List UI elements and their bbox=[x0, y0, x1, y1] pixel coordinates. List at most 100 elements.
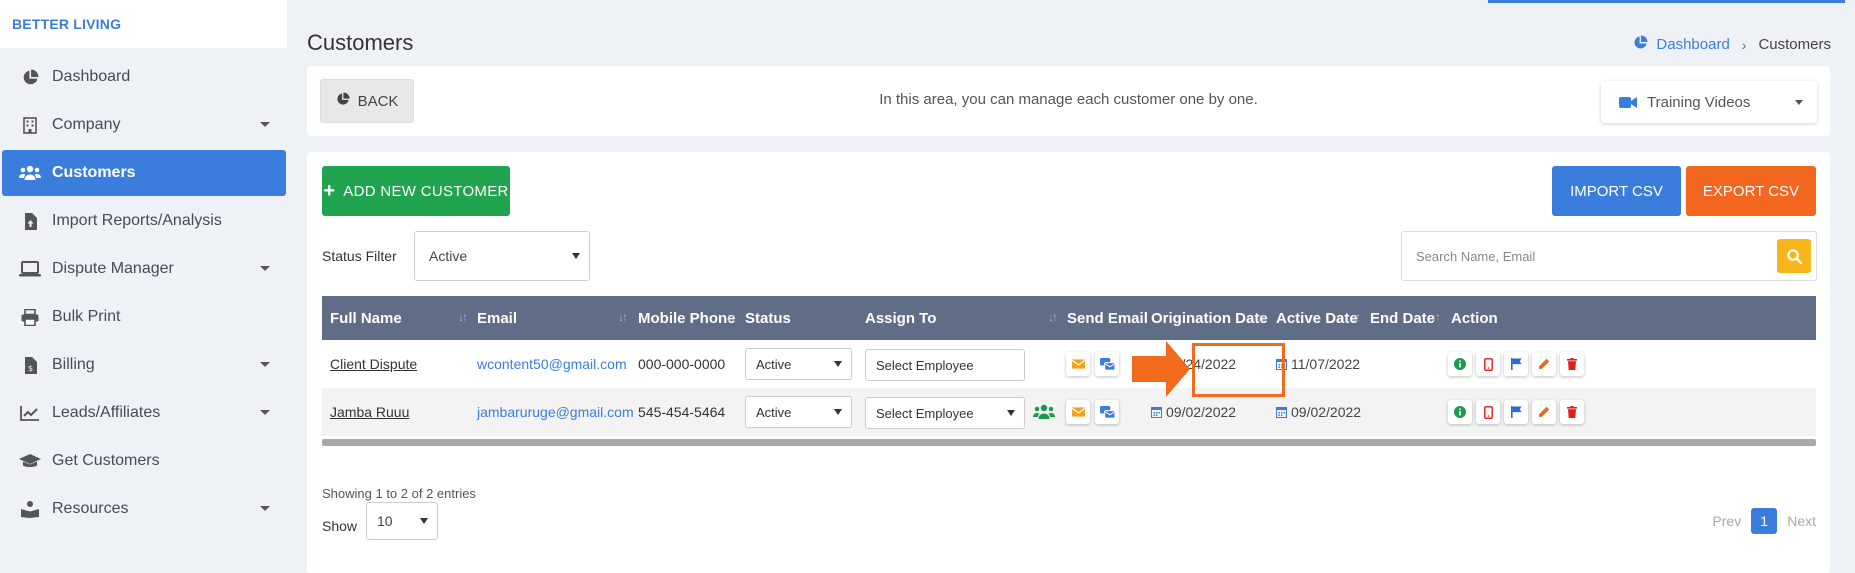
send-bulk-email-button[interactable] bbox=[1095, 352, 1119, 376]
origination-date-value: 09/02/2022 bbox=[1166, 404, 1237, 420]
chevron-down-icon bbox=[260, 122, 270, 127]
page-size-value: 10 bbox=[377, 513, 393, 529]
sidebar-item-leads-affiliates[interactable]: Leads/Affiliates bbox=[2, 390, 286, 436]
sidebar-item-bulk-print[interactable]: Bulk Print bbox=[2, 294, 286, 340]
info-icon bbox=[1454, 406, 1466, 418]
customer-name-link[interactable]: Client Dispute bbox=[330, 356, 417, 372]
flag-icon bbox=[1510, 358, 1522, 370]
send-bulk-email-button[interactable] bbox=[1095, 400, 1119, 424]
export-csv-button[interactable]: EXPORT CSV bbox=[1686, 166, 1816, 216]
flag-button[interactable] bbox=[1504, 352, 1528, 376]
column-header-status[interactable]: Status bbox=[745, 296, 791, 340]
delete-button[interactable] bbox=[1560, 352, 1584, 376]
prev-page-button[interactable]: Prev bbox=[1712, 513, 1741, 529]
info-button[interactable] bbox=[1448, 400, 1472, 424]
column-header-action: Action bbox=[1451, 309, 1498, 327]
sidebar-item-company[interactable]: Company bbox=[2, 102, 286, 148]
sidebar-item-label: Billing bbox=[52, 356, 95, 373]
cell-email[interactable]: jambaruruge@gmail.com bbox=[477, 388, 634, 436]
pagination: Prev 1 Next bbox=[1712, 508, 1816, 534]
entries-info: Showing 1 to 2 of 2 entries bbox=[322, 486, 476, 501]
column-header-full-name[interactable]: Full Name bbox=[330, 296, 402, 340]
sidebar-item-billing[interactable]: $ Billing bbox=[2, 342, 286, 388]
sidebar-item-get-customers[interactable]: Get Customers bbox=[2, 438, 286, 484]
info-button[interactable] bbox=[1448, 352, 1472, 376]
sort-icon[interactable]: ↓↑ bbox=[618, 310, 628, 324]
delete-button[interactable] bbox=[1560, 400, 1584, 424]
search-button[interactable] bbox=[1777, 239, 1811, 273]
printer-icon bbox=[18, 308, 42, 326]
customer-name-link[interactable]: Jamba Ruuu bbox=[330, 404, 409, 420]
edit-button[interactable] bbox=[1532, 400, 1556, 424]
status-select-value: Active bbox=[756, 356, 792, 372]
sidebar-item-label: Import Reports/Analysis bbox=[52, 212, 222, 229]
cell-email[interactable]: wcontent50@gmail.com bbox=[477, 340, 627, 388]
horizontal-scrollbar[interactable] bbox=[322, 439, 1816, 446]
sidebar-item-label: Get Customers bbox=[52, 452, 160, 469]
status-select[interactable]: Active bbox=[745, 396, 852, 428]
mobile-button[interactable] bbox=[1476, 352, 1500, 376]
status-filter-select[interactable]: Active bbox=[414, 231, 590, 281]
assigned-team-button[interactable] bbox=[1033, 388, 1055, 436]
send-email-button[interactable] bbox=[1066, 352, 1090, 376]
sidebar-item-dashboard[interactable]: Dashboard bbox=[2, 54, 286, 100]
highlight-box bbox=[1192, 343, 1285, 397]
sidebar: BETTER LIVING Dashboard Company Customer… bbox=[0, 0, 288, 573]
sidebar-item-import-reports[interactable]: Import Reports/Analysis bbox=[2, 198, 286, 244]
users-icon bbox=[1033, 404, 1055, 419]
column-header-end-date[interactable]: End Date bbox=[1370, 296, 1435, 340]
cell-mobile-phone: 545-454-5464 bbox=[638, 404, 726, 420]
pie-chart-icon bbox=[1633, 35, 1648, 54]
sort-icon[interactable]: ↓↑ bbox=[1431, 310, 1441, 324]
sort-icon[interactable]: ↓↑ bbox=[1257, 310, 1267, 324]
send-email-button[interactable] bbox=[1066, 400, 1090, 424]
search-input[interactable] bbox=[1402, 232, 1762, 280]
sidebar-item-label: Customers bbox=[52, 164, 136, 181]
chevron-down-icon bbox=[260, 362, 270, 367]
column-header-assign-to[interactable]: Assign To bbox=[865, 296, 936, 340]
info-icon bbox=[1454, 358, 1466, 370]
sidebar-item-dispute-manager[interactable]: Dispute Manager bbox=[2, 246, 286, 292]
brand-logo[interactable]: BETTER LIVING bbox=[0, 0, 287, 48]
sort-icon[interactable]: ↓↑ bbox=[1351, 310, 1361, 324]
active-date-value: 09/02/2022 bbox=[1291, 404, 1362, 420]
sort-icon[interactable]: ↓↑ bbox=[1048, 310, 1058, 324]
sort-icon[interactable]: ↓↑ bbox=[458, 310, 468, 324]
column-header-mobile-phone[interactable]: Mobile Phone bbox=[638, 296, 736, 340]
chevron-down-icon bbox=[1795, 100, 1803, 105]
column-header-active-date[interactable]: Active Date bbox=[1276, 296, 1358, 340]
training-videos-dropdown[interactable]: Training Videos bbox=[1601, 81, 1817, 123]
line-chart-icon bbox=[18, 404, 42, 422]
flag-icon bbox=[1510, 406, 1522, 418]
envelope-icon bbox=[1071, 407, 1085, 417]
column-header-origination-date[interactable]: Origination Date bbox=[1151, 296, 1268, 340]
flag-button[interactable] bbox=[1504, 400, 1528, 424]
assign-employee-select[interactable]: Select Employee bbox=[865, 349, 1025, 381]
info-card: BACK In this area, you can manage each c… bbox=[307, 66, 1830, 136]
import-csv-button[interactable]: IMPORT CSV bbox=[1552, 166, 1681, 216]
page-button-1[interactable]: 1 bbox=[1751, 508, 1778, 534]
back-button[interactable]: BACK bbox=[320, 79, 414, 123]
status-select[interactable]: Active bbox=[745, 348, 852, 380]
breadcrumb-dashboard-link[interactable]: Dashboard bbox=[1656, 36, 1729, 53]
status-filter-value: Active bbox=[429, 248, 468, 264]
mobile-phone-icon bbox=[1483, 405, 1493, 419]
breadcrumb: Dashboard › Customers bbox=[1633, 35, 1831, 54]
page-size-select[interactable]: 10 bbox=[366, 502, 438, 540]
users-icon bbox=[18, 164, 42, 182]
top-accent-bar bbox=[1488, 0, 1845, 3]
add-new-customer-label: ADD NEW CUSTOMER bbox=[343, 182, 509, 200]
column-header-email[interactable]: Email bbox=[477, 296, 517, 340]
chevron-down-icon bbox=[834, 361, 842, 367]
add-new-customer-button[interactable]: + ADD NEW CUSTOMER bbox=[322, 166, 510, 216]
mobile-button[interactable] bbox=[1476, 400, 1500, 424]
assign-employee-select[interactable]: Select Employee bbox=[865, 397, 1025, 429]
sidebar-item-customers[interactable]: Customers bbox=[2, 150, 286, 196]
table-row: Client Dispute wcontent50@gmail.com 000-… bbox=[322, 340, 1816, 388]
column-header-send-email: Send Email bbox=[1067, 309, 1148, 327]
next-page-button[interactable]: Next bbox=[1787, 513, 1816, 529]
edit-button[interactable] bbox=[1532, 352, 1556, 376]
cell-active-date: 11/07/2022 bbox=[1276, 340, 1360, 388]
sort-icon[interactable]: ↓↑ bbox=[726, 310, 736, 324]
sidebar-item-resources[interactable]: Resources bbox=[2, 486, 286, 532]
